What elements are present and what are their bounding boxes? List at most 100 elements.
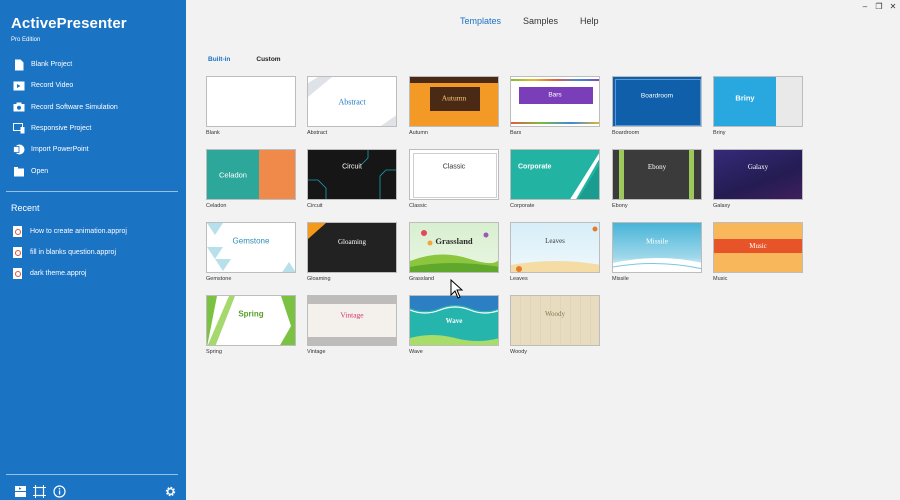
tab-custom[interactable]: Custom	[256, 56, 280, 63]
template-label: Galaxy	[713, 203, 731, 209]
template-label: Bars	[510, 130, 522, 136]
template-autumn[interactable]: Autumn Autumn	[409, 76, 499, 138]
powerpoint-icon	[13, 144, 25, 156]
folder-icon	[13, 165, 25, 177]
template-vintage[interactable]: Vintage Vintage	[307, 295, 397, 357]
sidebar-actions: Blank Project Record Video Record Softwa…	[0, 54, 186, 182]
template-label: Blank	[206, 130, 220, 136]
info-icon[interactable]	[52, 484, 66, 498]
template-spring[interactable]: Spring Spring	[206, 295, 296, 357]
template-leaves[interactable]: Leaves Leaves	[510, 222, 600, 284]
template-label: Wave	[409, 349, 423, 355]
template-label: Grassland	[409, 276, 435, 282]
template-gemstone[interactable]: Gemstone Gemstone	[206, 222, 296, 284]
project-file-icon	[13, 247, 22, 258]
template-title: Leaves	[545, 236, 565, 245]
template-title: Circuit	[342, 163, 362, 171]
tab-samples[interactable]: Samples	[523, 16, 558, 26]
template-title: Corporate	[518, 163, 552, 171]
sidebar-bottom-divider	[6, 474, 178, 475]
template-gloaming[interactable]: Gloaming Gloaming	[307, 222, 397, 284]
recent-item-label: How to create animation.approj	[30, 228, 127, 235]
template-label: Vintage	[307, 349, 326, 355]
responsive-project-label: Responsive Project	[31, 125, 92, 133]
tab-built-in[interactable]: Built-in	[208, 56, 230, 63]
app-window: ActivePresenter Pro Edition Blank Projec…	[0, 0, 900, 500]
restore-icon[interactable]: ❐	[872, 0, 886, 12]
template-circuit[interactable]: Circuit Circuit	[307, 149, 397, 211]
template-label: Gloaming	[307, 276, 331, 282]
responsive-icon	[13, 123, 25, 135]
screen-capture-icon[interactable]	[32, 484, 46, 498]
template-thumbnail: Grassland	[409, 222, 499, 273]
template-thumbnail: Leaves	[510, 222, 600, 273]
template-thumbnail: Abstract	[307, 76, 397, 127]
template-celadon[interactable]: Celadon Celadon	[206, 149, 296, 211]
template-corporate[interactable]: Corporate Corporate	[510, 149, 600, 211]
template-thumbnail: Classic	[409, 149, 499, 200]
template-galaxy[interactable]: Galaxy Galaxy	[713, 149, 803, 211]
template-title: Vintage	[340, 310, 364, 320]
close-icon[interactable]: ✕	[886, 0, 900, 12]
template-thumbnail: Gemstone	[206, 222, 296, 273]
top-tabs: Templates Samples Help	[460, 16, 621, 26]
blank-project-label: Blank Project	[31, 61, 73, 69]
template-label: Gemstone	[206, 276, 232, 282]
import-powerpoint-label: Import PowerPoint	[31, 146, 89, 154]
template-classic[interactable]: Classic Classic	[409, 149, 499, 211]
template-title: Grassland	[435, 235, 473, 246]
gear-icon[interactable]	[163, 484, 177, 498]
template-title: Woody	[544, 309, 566, 318]
template-thumbnail: Vintage	[307, 295, 397, 346]
youtube-icon[interactable]	[13, 484, 27, 498]
template-blank[interactable]: Blank	[206, 76, 296, 138]
template-bars[interactable]: Bars Bars	[510, 76, 600, 138]
template-title: Ebony	[647, 162, 667, 171]
template-title: Classic	[442, 163, 466, 171]
sidebar: ActivePresenter Pro Edition Blank Projec…	[0, 0, 186, 500]
blank-project-button[interactable]: Blank Project	[0, 54, 186, 75]
template-label: Briny	[713, 130, 726, 136]
template-ebony[interactable]: Ebony Ebony	[612, 149, 702, 211]
mouse-cursor-icon	[450, 278, 464, 304]
recent-item[interactable]: dark theme.approj	[0, 263, 186, 284]
project-file-icon	[13, 226, 22, 237]
template-abstract[interactable]: Abstract Abstract	[307, 76, 397, 138]
template-title: Missile	[645, 236, 669, 246]
template-grassland[interactable]: Grassland Grassland	[409, 222, 499, 284]
template-thumbnail: Circuit	[307, 149, 397, 200]
template-title: Celadon	[219, 170, 247, 179]
template-label: Spring	[206, 349, 222, 355]
template-wave[interactable]: Wave Wave	[409, 295, 499, 357]
open-label: Open	[31, 167, 49, 175]
template-label: Music	[713, 276, 728, 282]
app-title: ActivePresenter	[11, 15, 127, 32]
template-boardroom[interactable]: Boardroom Boardroom	[612, 76, 702, 138]
template-title: Abstract	[338, 97, 366, 106]
import-powerpoint-button[interactable]: Import PowerPoint	[0, 139, 186, 160]
template-woody[interactable]: Woody Woody	[510, 295, 600, 357]
window-controls: – ❐ ✕	[858, 0, 900, 12]
recent-item[interactable]: fill in blanks question.approj	[0, 242, 186, 263]
record-video-button[interactable]: Record Video	[0, 75, 186, 96]
tab-help[interactable]: Help	[580, 16, 599, 26]
template-missile[interactable]: Missile Missile	[612, 222, 702, 284]
template-thumbnail: Bars	[510, 76, 600, 127]
template-label: Missile	[612, 276, 629, 282]
tab-templates[interactable]: Templates	[460, 16, 501, 26]
template-music[interactable]: Music Music	[713, 222, 803, 284]
template-title: Bars	[548, 91, 562, 99]
recent-item[interactable]: How to create animation.approj	[0, 221, 186, 242]
minimize-icon[interactable]: –	[858, 0, 872, 12]
record-software-simulation-button[interactable]: Record Software Simulation	[0, 97, 186, 118]
template-briny[interactable]: Briny Briny	[713, 76, 803, 138]
responsive-project-button[interactable]: Responsive Project	[0, 118, 186, 139]
template-title: Briny	[735, 93, 755, 103]
camera-icon	[13, 101, 25, 113]
open-button[interactable]: Open	[0, 160, 186, 181]
template-title: Autumn	[441, 93, 467, 103]
app-edition: Pro Edition	[11, 37, 41, 43]
record-video-icon	[13, 80, 25, 92]
template-label: Ebony	[612, 203, 628, 209]
template-thumbnail: Briny	[713, 76, 803, 127]
